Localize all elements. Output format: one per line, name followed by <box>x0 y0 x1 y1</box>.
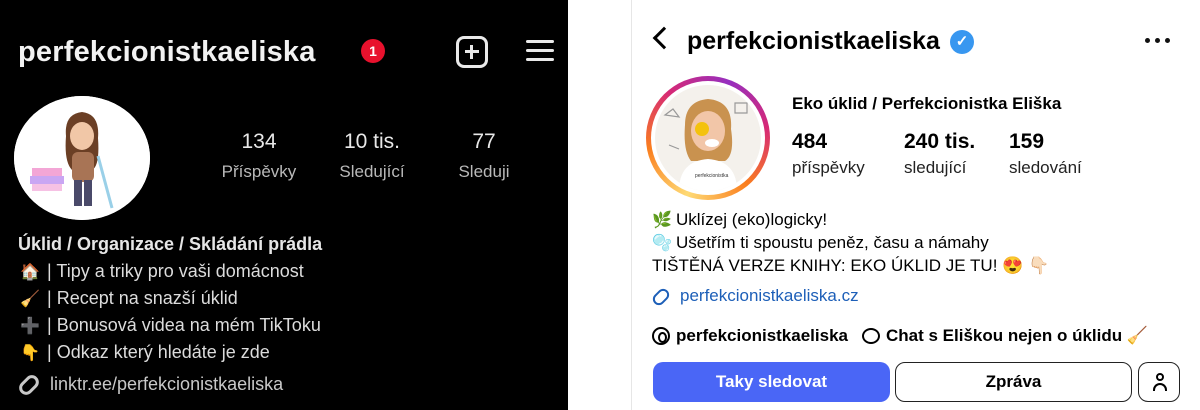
add-person-icon <box>1152 373 1168 391</box>
bio-line: 🏠 | Tipy a triky pro vaši domácnost <box>18 261 558 282</box>
bio-line-text: | Tipy a triky pro vaši domácnost <box>47 261 304 281</box>
message-button[interactable]: Zpráva <box>895 362 1132 402</box>
stat-value: 10 tis. <box>343 130 401 153</box>
stat-value: 484 <box>792 130 828 153</box>
hamburger-menu-icon[interactable] <box>526 38 554 64</box>
threads-icon <box>652 327 670 345</box>
profile-bio: Úklid / Organizace / Skládání prádla 🏠 |… <box>18 234 558 363</box>
chat-icon <box>861 328 880 344</box>
bio-line: 🫧 Ušetřím ti spoustu peněz, času a námahy <box>652 233 1192 253</box>
profile-link-text[interactable]: linktr.ee/perfekcionistkaeliska <box>50 374 283 394</box>
notification-badge[interactable]: 1 <box>361 39 385 63</box>
profile-full-name: Eko úklid / Perfekcionistka Eliška <box>792 94 1062 113</box>
current-profile-screenshot: perfekcionistkaeliska ✓ perfekcionistka <box>632 0 1200 410</box>
bio-line-text: | Recept na snazší úklid <box>47 288 238 308</box>
chip-label: Chat s Eliškou nejen o úklidu 🧹 <box>885 326 1149 345</box>
old-profile-screenshot: perfekcionistkaeliska 1 134 Příspěvky 10… <box>0 0 568 410</box>
bubbles-emoji-icon: 🫧 <box>652 235 672 252</box>
bio-line: 🌿 Uklízej (eko)logicky! <box>652 210 1192 230</box>
suggested-accounts-button[interactable] <box>1138 362 1180 402</box>
stat-posts[interactable]: 484 příspěvky <box>792 130 865 178</box>
link-icon <box>650 285 672 308</box>
stat-label: příspěvky <box>792 158 865 177</box>
avatar-story-ring[interactable]: perfekcionistka <box>646 76 770 200</box>
stat-label: Sledující <box>339 162 405 181</box>
stat-following[interactable]: 77 Sleduji <box>444 130 524 182</box>
stat-label: sledující <box>904 158 967 177</box>
stat-value: 134 <box>241 130 277 153</box>
bio-line: ➕ | Bonusová videa na mém TikToku <box>18 315 558 336</box>
plus-emoji-icon: ➕ <box>20 318 40 335</box>
profile-chips: perfekcionistkaeliska Chat s Eliškou nej… <box>652 326 1148 346</box>
stat-following[interactable]: 159 sledování <box>1009 130 1082 178</box>
pointing-down-emoji-icon: 👇 <box>20 345 40 362</box>
stat-followers[interactable]: 10 tis. Sledující <box>327 130 417 182</box>
svg-text:perfekcionistka: perfekcionistka <box>695 173 729 179</box>
stat-value: 159 <box>1009 130 1045 153</box>
bio-line: 👇 | Odkaz který hledáte je zde <box>18 342 558 363</box>
bio-line: 🧹 | Recept na snazší úklid <box>18 288 558 309</box>
avatar-photo: perfekcionistka <box>655 85 761 191</box>
profile-link-text[interactable]: perfekcionistkaeliska.cz <box>680 286 859 305</box>
broadcast-chat-chip[interactable]: Chat s Eliškou nejen o úklidu 🧹 <box>861 326 1149 346</box>
profile-username: perfekcionistkaeliska <box>18 36 316 68</box>
bio-line: TIŠTĚNÁ VERZE KNIHY: EKO ÚKLID JE TU! 😍 … <box>652 256 1192 276</box>
profile-bio: 🌿 Uklízej (eko)logicky! 🫧 Ušetřím ti spous… <box>652 210 1192 279</box>
bio-headline: Úklid / Organizace / Skládání prádla <box>18 234 323 254</box>
stat-posts[interactable]: 134 Příspěvky <box>214 130 304 182</box>
stat-followers[interactable]: 240 tis. sledující <box>904 130 975 178</box>
stat-value: 77 <box>472 130 496 153</box>
more-options-icon[interactable] <box>1145 38 1173 46</box>
verified-badge-icon: ✓ <box>950 30 974 54</box>
avatar[interactable] <box>14 96 150 220</box>
profile-link[interactable]: perfekcionistkaeliska.cz <box>650 285 859 308</box>
house-emoji-icon: 🏠 <box>20 264 40 281</box>
plus-square-icon[interactable] <box>456 36 488 68</box>
back-arrow-icon[interactable] <box>652 26 676 50</box>
bio-line-text: Ušetřím ti spoustu peněz, času a námahy <box>676 233 989 252</box>
avatar-illustration <box>14 96 150 220</box>
broom-emoji-icon: 🧹 <box>20 291 40 308</box>
bio-line-text: Uklízej (eko)logicky! <box>676 210 828 229</box>
bio-line-text: TIŠTĚNÁ VERZE KNIHY: EKO ÚKLID JE TU! 😍 … <box>652 256 1050 275</box>
bio-line-text: | Bonusová videa na mém TikToku <box>47 315 321 335</box>
profile-username: perfekcionistkaeliska <box>687 27 940 55</box>
avatar: perfekcionistka <box>651 81 765 195</box>
threads-chip[interactable]: perfekcionistkaeliska <box>652 326 848 346</box>
stat-label: sledování <box>1009 158 1082 177</box>
profile-link[interactable]: linktr.ee/perfekcionistkaeliska <box>16 372 283 398</box>
chip-label: perfekcionistkaeliska <box>676 326 848 345</box>
bio-line-text: | Odkaz který hledáte je zde <box>47 342 270 362</box>
follow-button[interactable]: Taky sledovat <box>653 362 890 402</box>
herb-emoji-icon: 🌿 <box>652 212 672 229</box>
stat-label: Sleduji <box>458 162 510 181</box>
stat-value: 240 tis. <box>904 130 976 153</box>
link-icon <box>16 372 42 398</box>
stat-label: Příspěvky <box>221 162 297 181</box>
